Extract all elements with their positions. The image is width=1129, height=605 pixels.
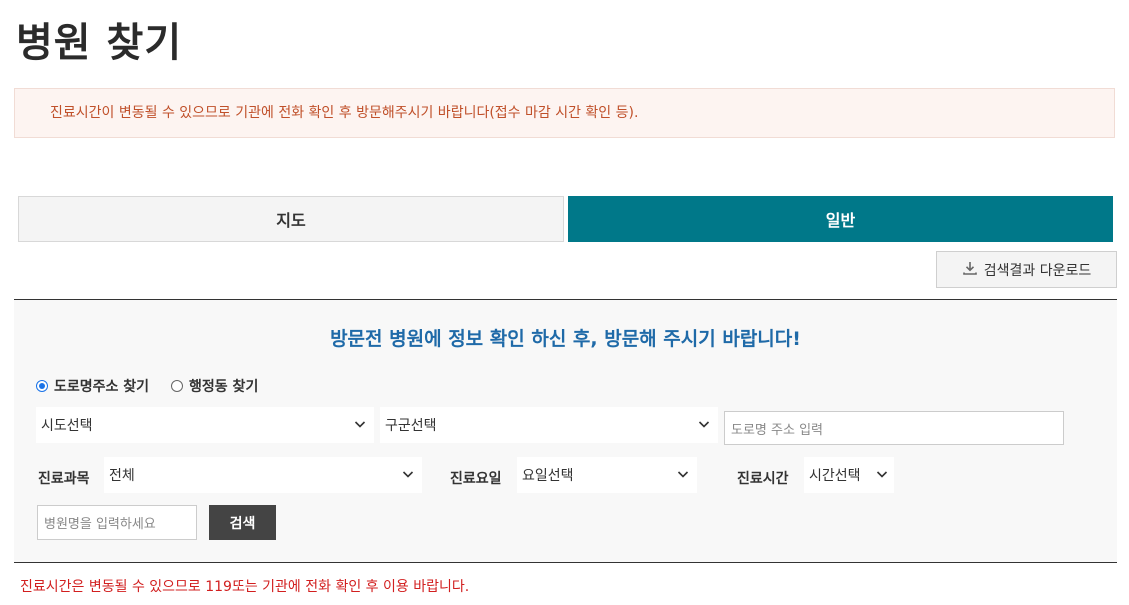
day-select-value: 요일선택 [522,468,574,484]
radio-button[interactable] [171,380,184,392]
sido-select-value: 시도선택 [41,418,93,434]
time-select-value: 시간선택 [809,468,861,484]
hospital-name-input[interactable]: 병원명을 입력하세요 [37,505,197,540]
notice-text: 진료시간이 변동될 수 있으므로 기관에 전화 확인 후 방문해주시기 바랍니다… [50,105,639,121]
radio-button-checked[interactable] [36,380,48,392]
chevron-down-icon [876,471,888,478]
tab-general[interactable]: 일반 [568,196,1113,242]
time-label: 진료시간 [737,471,789,487]
department-select[interactable]: 전체 [104,457,422,493]
download-label: 검색결과 다운로드 [983,262,1092,279]
chevron-down-icon [402,471,414,478]
radio-label-dong: 행정동 찾기 [189,379,259,395]
time-select[interactable]: 시간선택 [804,457,894,493]
department-select-value: 전체 [109,468,135,484]
chevron-down-icon [354,421,366,428]
search-panel: 방문전 병원에 정보 확인 하신 후, 방문해 주시기 바랍니다! 도로명주소 … [14,299,1117,563]
page-title: 병원 찾기 [16,20,183,66]
day-select[interactable]: 요일선택 [517,457,697,493]
road-address-placeholder: 도로명 주소 입력 [731,422,823,438]
sido-select[interactable]: 시도선택 [36,407,374,443]
gugun-select-value: 구군선택 [385,418,437,434]
hospital-name-placeholder: 병원명을 입력하세요 [44,517,156,532]
department-label: 진료과목 [38,471,90,487]
road-address-input[interactable]: 도로명 주소 입력 [724,411,1064,445]
search-button[interactable]: 검색 [209,505,276,540]
view-tabs: 지도 일반 [18,196,1113,242]
download-icon [962,260,978,280]
radio-label-road: 도로명주소 찾기 [54,379,150,395]
chevron-down-icon [677,471,689,478]
tab-map[interactable]: 지도 [18,196,564,242]
footer-warning: 진료시간은 변동될 수 있으므로 119또는 기관에 전화 확인 후 이용 바랍… [20,579,470,595]
chevron-down-icon [698,421,710,428]
day-label: 진료요일 [450,471,502,487]
search-heading: 방문전 병원에 정보 확인 하신 후, 방문해 주시기 바랍니다! [330,328,801,350]
address-mode-radios: 도로명주소 찾기 행정동 찾기 [36,376,258,396]
gugun-select[interactable]: 구군선택 [380,407,718,443]
radio-admin-dong[interactable]: 행정동 찾기 [171,376,258,396]
notice-box: 진료시간이 변동될 수 있으므로 기관에 전화 확인 후 방문해주시기 바랍니다… [14,88,1115,138]
radio-road-address[interactable]: 도로명주소 찾기 [36,376,149,396]
download-results-button[interactable]: 검색결과 다운로드 [936,251,1117,288]
